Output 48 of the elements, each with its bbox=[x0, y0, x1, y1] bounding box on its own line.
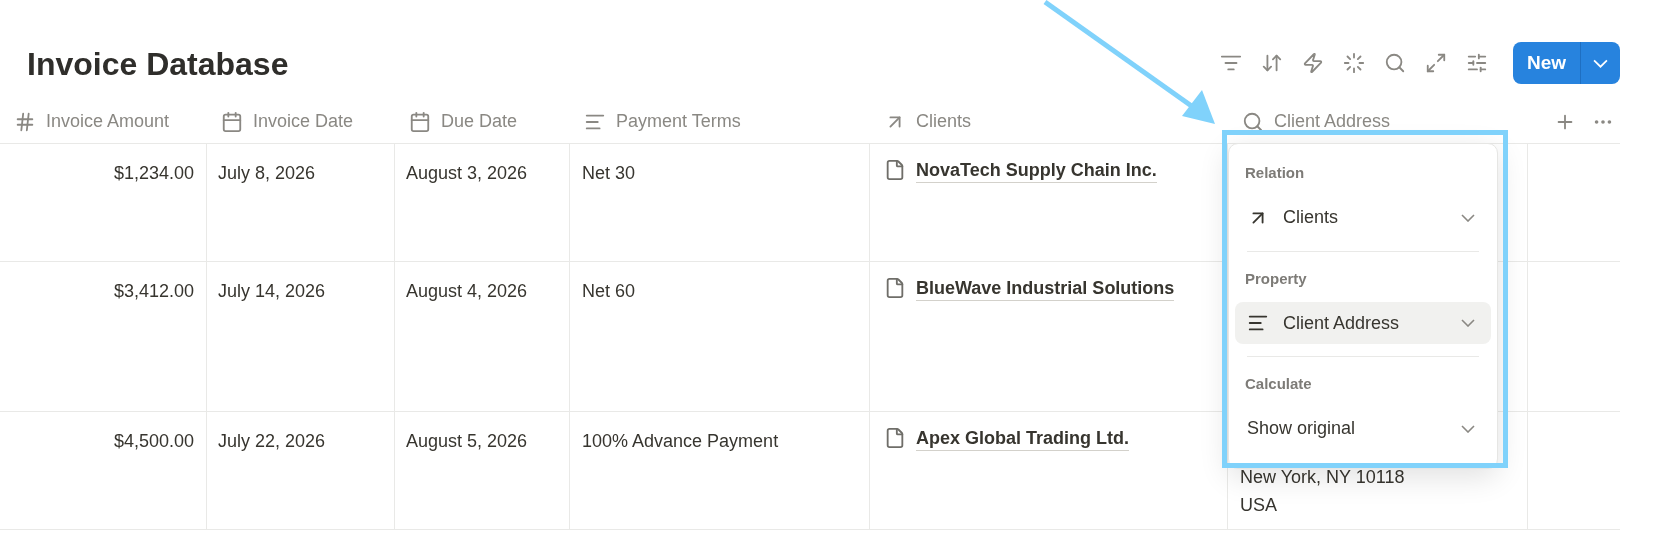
client-link[interactable]: BlueWave Industrial Solutions bbox=[916, 276, 1175, 301]
burst-icon[interactable] bbox=[1342, 52, 1365, 74]
search-icon bbox=[1242, 110, 1264, 133]
page-icon bbox=[884, 426, 906, 450]
date-cell: August 3, 2026 bbox=[406, 163, 528, 183]
client-link[interactable]: Apex Global Trading Ltd. bbox=[916, 426, 1129, 451]
calendar-icon bbox=[409, 110, 431, 133]
address-line: USA bbox=[1240, 494, 1278, 517]
lightning-icon[interactable] bbox=[1301, 52, 1324, 74]
sort-icon[interactable] bbox=[1260, 52, 1283, 74]
column-header[interactable]: Due Date bbox=[441, 108, 518, 135]
terms-cell: 100% Advance Payment bbox=[582, 431, 779, 451]
chevron-down-icon bbox=[1461, 424, 1475, 433]
terms-cell: Net 60 bbox=[582, 281, 636, 301]
column-header[interactable]: Payment Terms bbox=[616, 108, 741, 135]
page-title: Invoice Database bbox=[27, 48, 289, 80]
new-button[interactable]: New bbox=[1512, 42, 1580, 84]
hash-icon bbox=[14, 110, 36, 133]
property-select[interactable]: Show original bbox=[1235, 407, 1491, 450]
search-icon[interactable] bbox=[1383, 52, 1406, 74]
sliders-icon[interactable] bbox=[1465, 52, 1488, 74]
amount-cell: $1,234.00 bbox=[113, 163, 194, 183]
column-header[interactable]: Client Address bbox=[1274, 108, 1391, 135]
column-header[interactable]: Invoice Amount bbox=[46, 108, 170, 135]
property-select[interactable]: Clients bbox=[1235, 196, 1491, 239]
date-cell: August 4, 2026 bbox=[406, 281, 528, 301]
section-heading: Calculate bbox=[1245, 374, 1313, 394]
amount-cell: $4,500.00 bbox=[113, 431, 194, 451]
client-link[interactable]: NovaTech Supply Chain Inc. bbox=[916, 158, 1157, 183]
section-heading: Property bbox=[1245, 268, 1308, 289]
date-cell: August 5, 2026 bbox=[406, 431, 528, 451]
chevron-down-icon bbox=[1461, 319, 1475, 327]
section-heading: Relation bbox=[1245, 163, 1306, 183]
chevron-down-icon bbox=[1461, 213, 1475, 222]
expand-icon[interactable] bbox=[1424, 52, 1447, 74]
date-cell: July 22, 2026 bbox=[218, 431, 326, 451]
property-select[interactable]: Client Address bbox=[1235, 302, 1491, 344]
page-icon bbox=[884, 276, 906, 300]
date-cell: July 14, 2026 bbox=[218, 281, 326, 301]
column-header[interactable]: Invoice Date bbox=[253, 108, 354, 135]
amount-cell: $3,412.00 bbox=[113, 281, 194, 301]
terms-cell: Net 30 bbox=[582, 163, 636, 183]
chevron-down-icon bbox=[1593, 58, 1608, 68]
date-cell: July 8, 2026 bbox=[218, 163, 316, 183]
calendar-icon bbox=[221, 110, 243, 133]
column-header[interactable]: Clients bbox=[916, 108, 972, 135]
page-icon bbox=[884, 158, 906, 182]
address-line: New York, NY 10118 bbox=[1240, 466, 1406, 489]
